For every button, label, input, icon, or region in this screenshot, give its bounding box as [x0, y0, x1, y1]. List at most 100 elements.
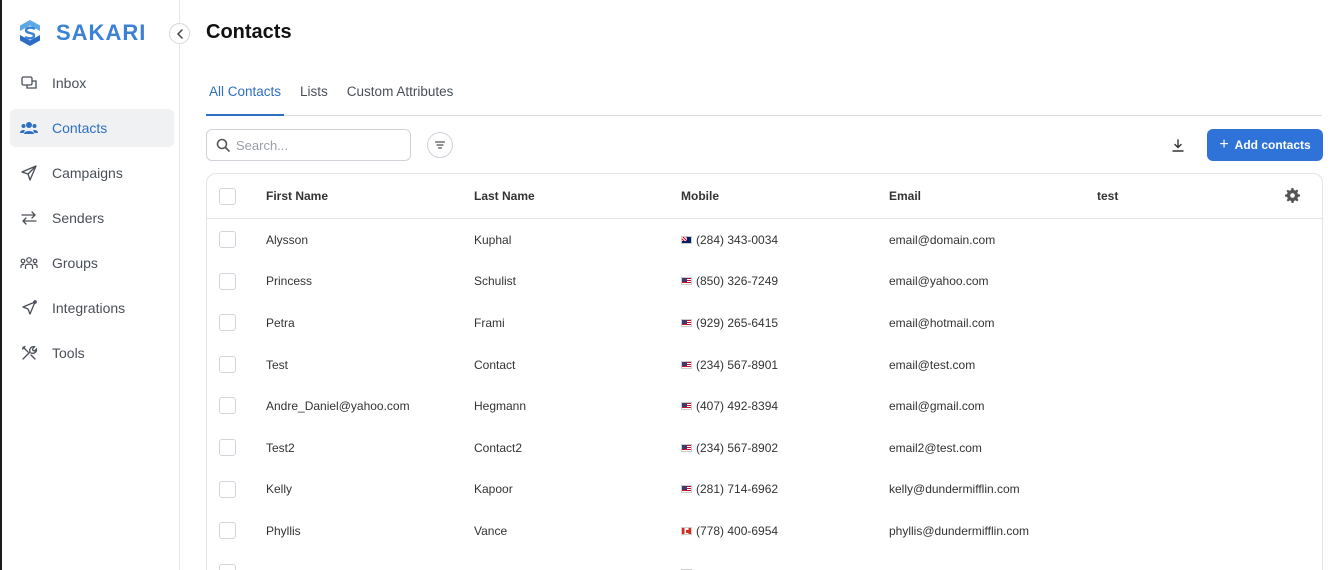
country-flag-icon — [681, 526, 692, 535]
sidebar-item-campaigns[interactable]: Campaigns — [10, 154, 174, 192]
add-contacts-button[interactable]: + Add contacts — [1207, 129, 1323, 161]
column-header[interactable]: Mobile — [681, 174, 719, 218]
search-input[interactable] — [236, 137, 396, 153]
tab-custom-attributes[interactable]: Custom Attributes — [344, 74, 457, 115]
sidebar-item-label: Contacts — [52, 120, 108, 136]
row-checkbox[interactable] — [219, 272, 236, 290]
row-checkbox[interactable] — [219, 231, 236, 248]
last-name-cell: Contact2 — [474, 440, 523, 455]
tools-icon — [20, 344, 38, 362]
last-name-cell: Kapoor — [474, 482, 513, 497]
plus-icon: + — [1219, 136, 1229, 153]
mobile-cell: (284) 343-0034 — [681, 219, 778, 261]
search-icon — [216, 138, 230, 152]
sidebar-item-label: Senders — [52, 210, 105, 226]
mobile-number: (234) 567-8901 — [696, 357, 779, 372]
mobile-cell: (850) 326-7249 — [681, 261, 778, 303]
sidebar-item-tools[interactable]: Tools — [10, 334, 174, 372]
mobile-cell: (234) 567-8902 — [681, 427, 778, 469]
table-row[interactable]: Petra Frami (929) 265-6415 email@hotmail.co… — [207, 302, 1322, 344]
inbox-icon — [20, 74, 38, 92]
mobile-number: (929) 265-6415 — [696, 315, 779, 330]
row-checkbox[interactable] — [219, 563, 236, 570]
main-content: Contacts All Contacts Lists Custom Attri… — [181, 0, 1342, 570]
sidebar-item-integrations[interactable]: Integrations — [10, 289, 174, 327]
first-name-cell: Petra — [266, 315, 295, 330]
search-box — [206, 129, 411, 161]
sidebar-item-groups[interactable]: Groups — [10, 244, 174, 282]
sidebar-item-senders[interactable]: Senders — [10, 199, 174, 237]
country-flag-icon — [681, 277, 692, 286]
page-title: Contacts — [206, 21, 292, 43]
group-icon — [20, 254, 38, 272]
sidebar-nav: Inbox Contacts Campaigns Senders Groups … — [10, 64, 174, 379]
mobile-cell: (778) 400-6954 — [681, 510, 778, 552]
send-icon — [20, 164, 38, 182]
column-header[interactable]: Email — [889, 174, 921, 218]
filter-icon — [435, 141, 445, 149]
last-name-cell: Kuphal — [474, 232, 512, 247]
mobile-cell — [681, 552, 696, 570]
mobile-number: (234) 567-8902 — [696, 440, 779, 455]
collapse-sidebar-button[interactable] — [169, 23, 190, 44]
table-row[interactable]: Andre_Daniel@yahoo.com Hegmann (407) 492-8… — [207, 385, 1322, 427]
row-checkbox[interactable] — [219, 438, 236, 456]
filter-button[interactable] — [427, 132, 453, 158]
chevron-left-icon — [176, 28, 183, 39]
sidebar-item-inbox[interactable]: Inbox — [10, 64, 174, 102]
email-cell: email@domain.com — [889, 232, 996, 247]
row-checkbox[interactable] — [219, 355, 236, 373]
first-name-cell: Alysson — [266, 232, 309, 247]
mobile-number: (778) 400-6954 — [696, 523, 779, 538]
table-row[interactable]: Test2 Contact2 (234) 567-8902 email2@test.c… — [207, 427, 1322, 469]
first-name-cell: Test — [266, 357, 289, 372]
table-header: First Name Last Name Mobile Email test — [207, 174, 1322, 219]
row-checkbox[interactable] — [219, 314, 236, 332]
last-name-cell: Schulist — [474, 274, 517, 289]
add-contacts-label: Add contacts — [1234, 138, 1311, 152]
table-row[interactable]: Alysson Kuphal (284) 343-0034 email@domain.… — [207, 219, 1322, 261]
table-row[interactable]: Princess Schulist (850) 326-7249 email@yaho… — [207, 261, 1322, 303]
mobile-cell: (929) 265-6415 — [681, 302, 778, 344]
country-flag-icon — [681, 443, 692, 452]
country-flag-icon — [681, 485, 692, 494]
mobile-number: (850) 326-7249 — [696, 274, 779, 289]
brand[interactable]: SAKARI — [18, 19, 146, 47]
country-flag-icon — [681, 402, 692, 411]
table-row[interactable]: Test Contact (234) 567-8901 email@test.com — [207, 344, 1322, 386]
column-header[interactable]: First Name — [266, 174, 328, 218]
email-cell: email2@test.com — [889, 440, 982, 455]
row-checkbox[interactable] — [219, 480, 236, 498]
table-row[interactable] — [207, 552, 1322, 570]
table-row[interactable]: Phyllis Vance (778) 400-6954 phyllis@dunder… — [207, 510, 1322, 552]
email-cell: email@gmail.com — [889, 399, 985, 414]
gear-icon[interactable] — [1285, 188, 1300, 203]
mobile-number: (284) 343-0034 — [696, 232, 779, 247]
email-cell: phyllis@dundermifflin.com — [889, 523, 1030, 538]
mobile-number: (407) 492-8394 — [696, 399, 779, 414]
table-row[interactable]: Kelly Kapoor (281) 714-6962 kelly@dundermif… — [207, 469, 1322, 511]
sidebar-item-label: Tools — [52, 345, 85, 361]
column-header[interactable]: Last Name — [474, 174, 535, 218]
email-cell: email@hotmail.com — [889, 315, 995, 330]
mobile-number: (281) 714-6962 — [696, 482, 779, 497]
sidebar-item-contacts[interactable]: Contacts — [10, 109, 174, 147]
select-all-checkbox[interactable] — [219, 188, 236, 205]
row-checkbox[interactable] — [219, 522, 236, 540]
download-button[interactable] — [1169, 136, 1187, 154]
last-name-cell: Contact — [474, 357, 516, 372]
mobile-cell: (234) 567-8901 — [681, 344, 778, 386]
country-flag-icon — [681, 235, 692, 244]
contacts-table: First Name Last Name Mobile Email test A… — [206, 173, 1323, 570]
column-header[interactable]: test — [1097, 174, 1118, 218]
sidebar: SAKARI Inbox Contacts Campaigns Senders … — [2, 0, 180, 570]
sakari-logo-icon — [20, 20, 40, 46]
tab-lists[interactable]: Lists — [297, 74, 331, 115]
brand-name: SAKARI — [56, 20, 147, 45]
tab-all-contacts[interactable]: All Contacts — [206, 74, 285, 116]
download-icon — [1172, 138, 1184, 152]
row-checkbox[interactable] — [219, 397, 236, 415]
first-name-cell: Kelly — [266, 482, 293, 497]
mobile-cell: (407) 492-8394 — [681, 385, 778, 427]
table-body: Alysson Kuphal (284) 343-0034 email@domain.… — [207, 219, 1322, 570]
